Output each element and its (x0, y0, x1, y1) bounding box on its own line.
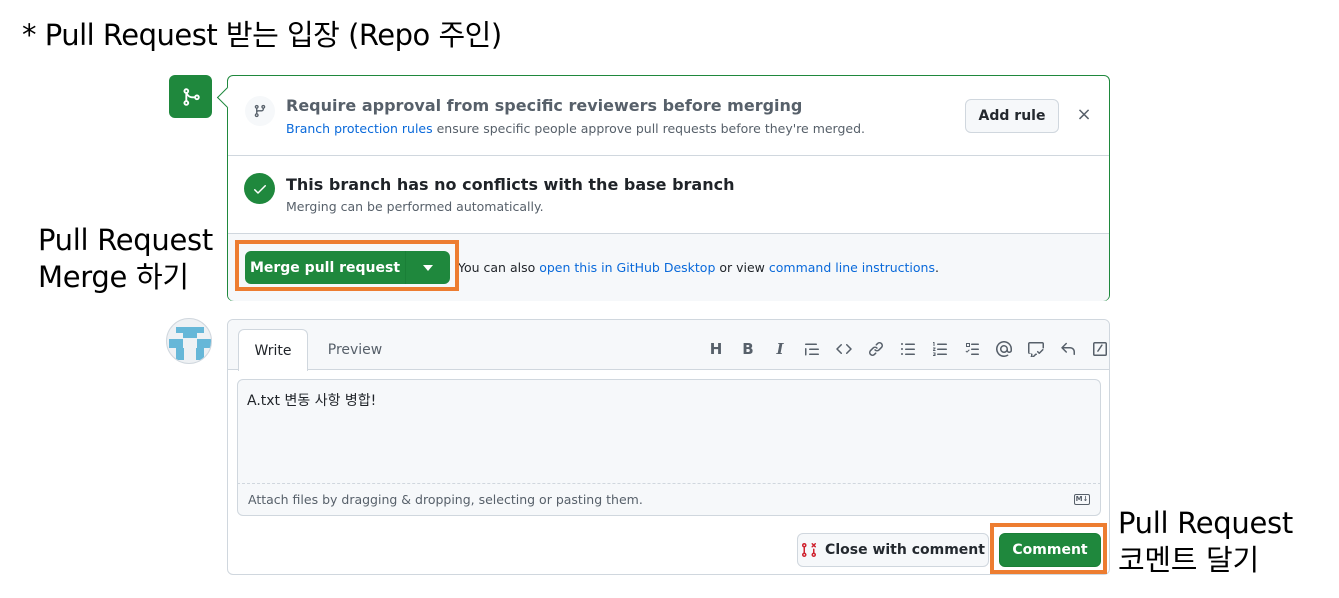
task-list-icon[interactable] (956, 337, 988, 361)
github-desktop-link[interactable]: open this in GitHub Desktop (539, 260, 715, 275)
merge-hint-prefix: You can also (458, 260, 540, 275)
avatar[interactable] (166, 318, 212, 364)
comment-tab-bar: Write Preview H B I (228, 320, 1109, 371)
slash-command-icon[interactable] (1084, 337, 1116, 361)
conflict-subtext: Merging can be performed automatically. (286, 199, 544, 214)
markdown-icon[interactable]: M↓ (1074, 494, 1090, 505)
branch-protection-link[interactable]: Branch protection rules (286, 121, 433, 136)
merge-method-dropdown[interactable] (406, 251, 450, 284)
unordered-list-icon[interactable] (892, 337, 924, 361)
pull-request-closed-icon (802, 542, 817, 558)
comment-annotation-line2: 코멘트 달기 (1118, 543, 1259, 577)
italic-icon[interactable]: I (764, 337, 796, 361)
markdown-toolbar: H B I (700, 337, 1116, 361)
git-branch-icon (245, 96, 275, 126)
page-heading: * Pull Request 받는 입장 (Repo 주인) (22, 18, 502, 52)
code-icon[interactable] (828, 337, 860, 361)
merge-panel: Require approval from specific reviewers… (227, 75, 1110, 301)
heading-icon[interactable]: H (700, 337, 732, 361)
rule-subtext: Branch protection rules ensure specific … (286, 121, 865, 136)
conflict-status-section: This branch has no conflicts with the ba… (228, 156, 1109, 234)
reference-icon[interactable] (1020, 337, 1052, 361)
reply-icon[interactable] (1052, 337, 1084, 361)
close-icon[interactable]: × (1075, 104, 1093, 126)
merge-annotation-line1: Pull Request (38, 223, 213, 257)
merge-hint-mid: or view (715, 260, 769, 275)
caret-down-icon (423, 264, 433, 271)
tab-write[interactable]: Write (238, 329, 308, 371)
attach-files-hint: Attach files by dragging & dropping, sel… (248, 492, 643, 507)
rule-title: Require approval from specific reviewers… (286, 96, 803, 115)
merge-hint-suffix: . (935, 260, 939, 275)
comment-panel: Write Preview H B I A.txt 변동 사항 병합! Atta… (227, 319, 1110, 575)
mention-icon[interactable] (988, 337, 1020, 361)
merge-action-section: Merge pull request You can also open thi… (228, 234, 1109, 301)
link-icon[interactable] (860, 337, 892, 361)
comment-button[interactable]: Comment (999, 533, 1101, 567)
close-with-comment-label: Close with comment (825, 542, 985, 558)
merge-annotation: Pull Request Merge 하기 (38, 222, 213, 296)
comment-annotation: Pull Request 코멘트 달기 (1118, 505, 1293, 579)
bold-icon[interactable]: B (732, 337, 764, 361)
attach-files-bar[interactable]: Attach files by dragging & dropping, sel… (237, 484, 1101, 516)
merge-button-group: Merge pull request (245, 251, 450, 284)
command-line-link[interactable]: command line instructions (769, 260, 935, 275)
check-icon (244, 173, 275, 204)
quote-icon[interactable] (796, 337, 828, 361)
conflict-title: This branch has no conflicts with the ba… (286, 175, 735, 194)
comment-textarea[interactable]: A.txt 변동 사항 병합! (237, 379, 1101, 484)
merge-pull-request-button[interactable]: Merge pull request (245, 251, 406, 284)
merge-hint: You can also open this in GitHub Desktop… (458, 260, 939, 275)
close-with-comment-button[interactable]: Close with comment (797, 533, 989, 567)
git-merge-icon (169, 75, 212, 118)
comment-annotation-line1: Pull Request (1118, 506, 1293, 540)
add-rule-button[interactable]: Add rule (965, 99, 1059, 133)
merge-annotation-line2: Merge 하기 (38, 260, 189, 294)
ordered-list-icon[interactable] (924, 337, 956, 361)
tab-preview[interactable]: Preview (320, 329, 390, 371)
branch-protection-section: Require approval from specific reviewers… (228, 76, 1109, 156)
rule-subtext-body: ensure specific people approve pull requ… (432, 121, 866, 136)
